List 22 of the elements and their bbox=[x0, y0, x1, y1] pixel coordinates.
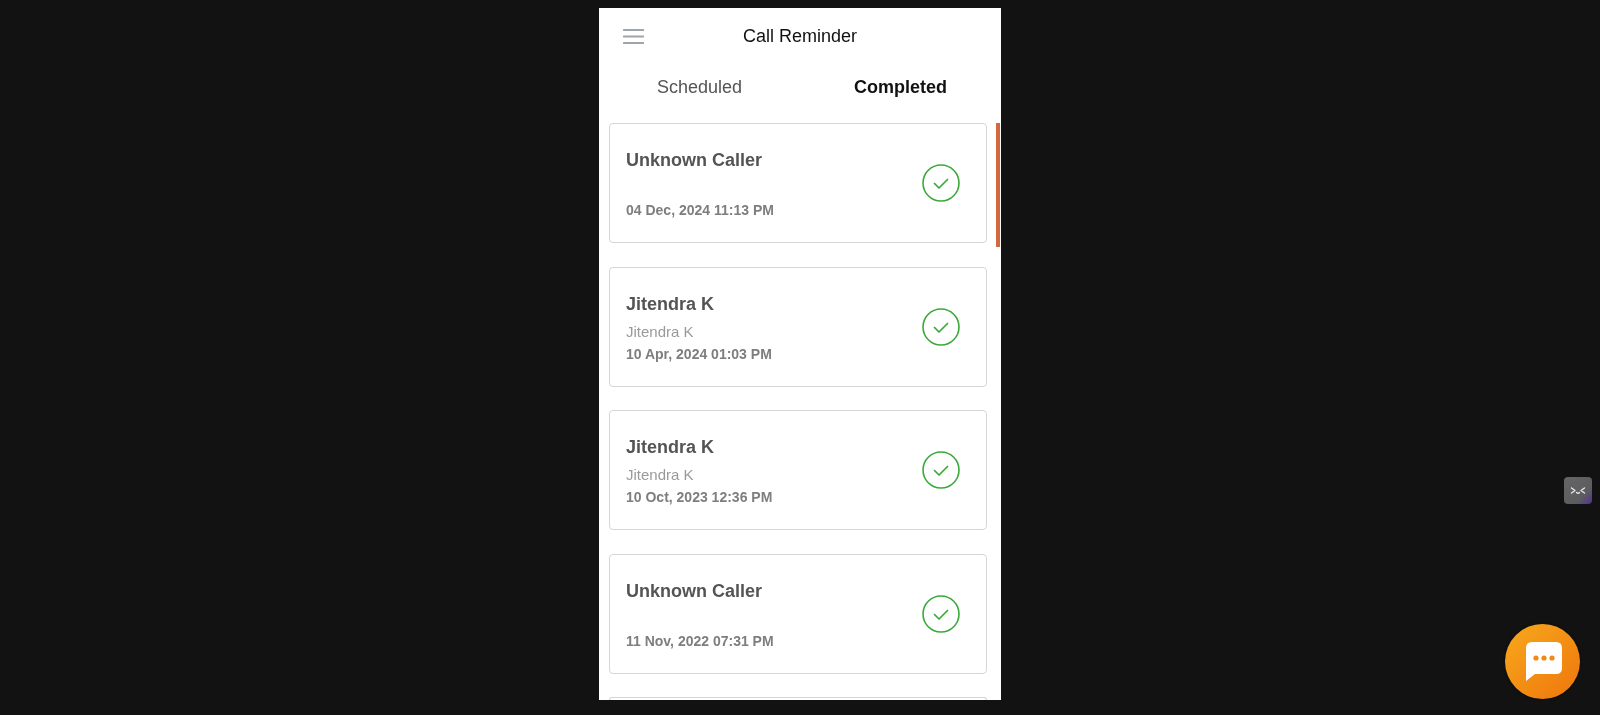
call-time: 10 Apr, 2024 01:03 PM bbox=[626, 344, 772, 364]
contact-subtitle: Jitendra K bbox=[626, 465, 694, 485]
chat-bubble-icon bbox=[1525, 642, 1562, 681]
reminder-card[interactable]: Jitendra K Jitendra K 10 Oct, 2023 12:36 PM bbox=[609, 410, 987, 530]
face-icon[interactable] bbox=[1564, 477, 1592, 504]
call-time: 11 Nov, 2022 07:31 PM bbox=[626, 631, 774, 651]
scrollbar-thumb[interactable] bbox=[996, 123, 1000, 247]
reminder-card[interactable] bbox=[609, 697, 987, 700]
reminder-card[interactable]: Unknown Caller 04 Dec, 2024 11:13 PM bbox=[609, 123, 987, 243]
reminder-card[interactable]: Jitendra K Jitendra K 10 Apr, 2024 01:03 PM bbox=[609, 266, 987, 387]
reminder-card[interactable]: Unknown Caller 11 Nov, 2022 07:31 PM bbox=[609, 553, 987, 674]
tab[interactable]: Completed bbox=[844, 70, 957, 104]
contact-name: Jitendra K bbox=[626, 292, 715, 316]
call-time: 10 Oct, 2023 12:36 PM bbox=[626, 488, 773, 507]
call-time: 04 Dec, 2024 11:13 PM bbox=[626, 201, 774, 220]
contact-name: Unknown Caller bbox=[626, 579, 763, 603]
tab[interactable]: Scheduled bbox=[646, 70, 753, 104]
contact-name: Unknown Caller bbox=[626, 149, 763, 172]
contact-subtitle: Jitendra K bbox=[626, 321, 694, 342]
contact-name: Jitendra K bbox=[626, 436, 715, 459]
app-title: Call Reminder bbox=[742, 25, 857, 47]
menu-icon[interactable] bbox=[623, 28, 644, 44]
